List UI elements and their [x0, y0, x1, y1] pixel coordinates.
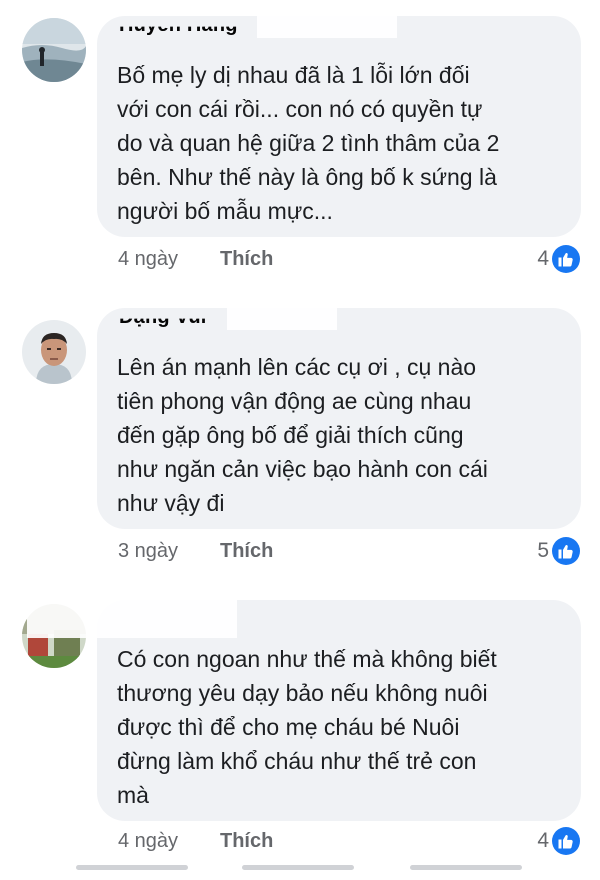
- comment-bubble: Đặng Vui Lên án mạnh lên các cụ ơi , cụ …: [97, 308, 581, 529]
- comment-time[interactable]: 3 ngày: [118, 540, 178, 563]
- comment-meta: 3 ngày Thích 5: [0, 534, 600, 570]
- comment-bubble: Huyền Hằng Bố mẹ ly dị nhau đã là 1 lỗi …: [97, 16, 581, 237]
- avatar[interactable]: [22, 18, 86, 82]
- comment-bubble: Có con ngoan như thế mà không biết thươn…: [27, 600, 581, 821]
- like-button[interactable]: Thích: [220, 830, 273, 853]
- redaction-mask: [257, 16, 397, 38]
- like-button[interactable]: Thích: [220, 248, 273, 271]
- scroll-segment: [410, 865, 522, 870]
- reaction-summary[interactable]: 4: [537, 824, 580, 858]
- reaction-count: 4: [537, 247, 549, 270]
- like-icon: [552, 537, 580, 565]
- comment-meta: 4 ngày Thích 4: [0, 242, 600, 278]
- comment-time[interactable]: 4 ngày: [118, 248, 178, 271]
- redaction-mask: [27, 600, 237, 638]
- reaction-count: 5: [537, 539, 549, 562]
- scroll-indicator: [0, 860, 600, 880]
- reaction-count: 4: [537, 829, 549, 852]
- comment-text: Lên án mạnh lên các cụ ơi , cụ nào tiên …: [117, 354, 488, 516]
- comment-meta: 4 ngày Thích 4: [0, 824, 600, 860]
- comment-item: Có con ngoan như thế mà không biết thươn…: [0, 590, 600, 860]
- comment-text: Bố mẹ ly dị nhau đã là 1 lỗi lớn đối với…: [117, 62, 500, 224]
- comment-text: Có con ngoan như thế mà không biết thươn…: [117, 646, 497, 808]
- like-icon: [552, 245, 580, 273]
- reaction-summary[interactable]: 5: [537, 534, 580, 568]
- like-icon: [552, 827, 580, 855]
- redaction-mask: [227, 308, 337, 330]
- avatar-image: [22, 18, 86, 82]
- comment-author[interactable]: Đặng Vui: [119, 319, 207, 329]
- comment-author[interactable]: Huyền Hằng: [119, 27, 238, 37]
- comment-item: Đặng Vui Lên án mạnh lên các cụ ơi , cụ …: [0, 290, 600, 590]
- reaction-summary[interactable]: 4: [537, 242, 580, 276]
- comment-time[interactable]: 4 ngày: [118, 830, 178, 853]
- comments-page: Huyền Hằng Bố mẹ ly dị nhau đã là 1 lỗi …: [0, 0, 600, 880]
- scroll-segment: [242, 865, 354, 870]
- comment-item: Huyền Hằng Bố mẹ ly dị nhau đã là 1 lỗi …: [0, 0, 600, 290]
- scroll-segment: [76, 865, 188, 870]
- avatar-image: [22, 320, 86, 384]
- like-button[interactable]: Thích: [220, 540, 273, 563]
- avatar[interactable]: [22, 320, 86, 384]
